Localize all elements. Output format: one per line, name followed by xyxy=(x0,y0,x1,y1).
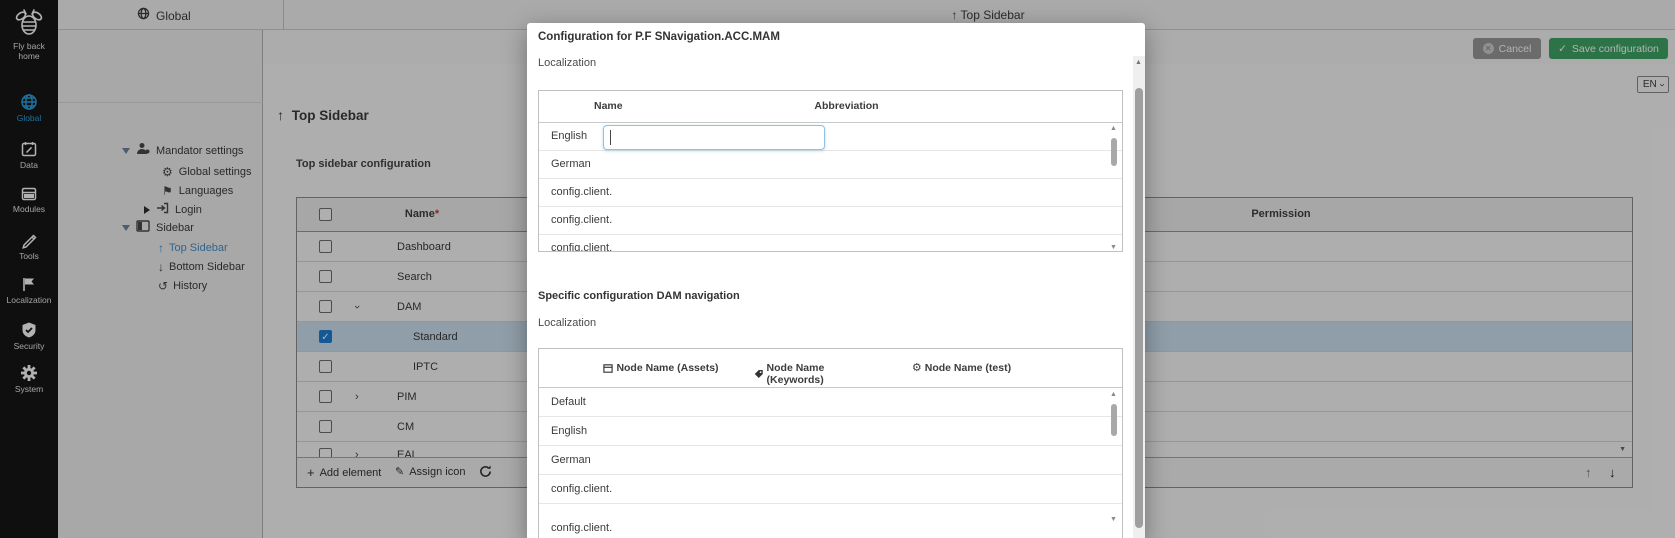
scroll-down-icon[interactable]: ▼ xyxy=(1110,244,1117,251)
table-scrollbar[interactable]: ▲ ▼ xyxy=(1109,125,1120,251)
dam-localization-table: Node Name (Assets) Node Name (Keywords) … xyxy=(538,348,1123,538)
dam-table-header: Node Name (Assets) Node Name (Keywords) … xyxy=(539,349,1122,388)
tag-icon xyxy=(754,370,763,378)
table-scrollbar[interactable]: ▲ ▼ xyxy=(1109,391,1120,523)
configuration-modal: Configuration for P.F SNavigation.ACC.MA… xyxy=(527,23,1145,538)
modal-title: Configuration for P.F SNavigation.ACC.MA… xyxy=(538,31,780,43)
locale-row-german: German xyxy=(539,151,1122,179)
scrollbar-thumb[interactable] xyxy=(1135,88,1143,528)
localization-table: Name Abbreviation English German config.… xyxy=(538,90,1123,252)
scroll-down-icon[interactable]: ▼ xyxy=(1110,516,1117,523)
name-english-input[interactable] xyxy=(603,125,825,150)
locale-row: config.client. xyxy=(551,242,613,252)
localization-label: Localization xyxy=(538,317,597,329)
dam-row-english: English xyxy=(539,417,1122,446)
scroll-up-icon[interactable]: ▲ xyxy=(1135,59,1142,66)
dam-row: config.client. xyxy=(539,475,1122,504)
dam-row: config.client. xyxy=(551,522,613,534)
dam-row-german: German xyxy=(539,446,1122,475)
column-header-abbreviation: Abbreviation xyxy=(814,100,879,112)
locale-row: config.client. xyxy=(539,179,1122,207)
dam-row-default: Default xyxy=(539,388,1122,417)
scrollbar-thumb[interactable] xyxy=(1111,138,1117,166)
column-header-name: Name xyxy=(594,100,623,112)
locale-row: config.client. xyxy=(539,207,1122,235)
localization-table-header: Name Abbreviation xyxy=(539,91,1122,123)
scroll-up-icon[interactable]: ▲ xyxy=(1110,125,1117,132)
column-header-keywords: Node Name (Keywords) xyxy=(754,362,879,386)
column-header-test: ⚙ Node Name (test) xyxy=(911,361,1012,374)
localization-label: Localization xyxy=(538,57,597,69)
gear-icon: ⚙ xyxy=(911,361,922,374)
text-cursor xyxy=(610,130,611,145)
dam-section-title: Specific configuration DAM navigation xyxy=(538,290,740,302)
scroll-up-icon[interactable]: ▲ xyxy=(1110,391,1117,398)
scrollbar-thumb[interactable] xyxy=(1111,404,1117,436)
column-header-assets: Node Name (Assets) xyxy=(601,362,721,374)
modal-scrollbar[interactable]: ▲ xyxy=(1133,56,1145,538)
assets-icon xyxy=(603,363,614,373)
app-window: Fly back home Global Data Modules Tools … xyxy=(0,0,1675,538)
